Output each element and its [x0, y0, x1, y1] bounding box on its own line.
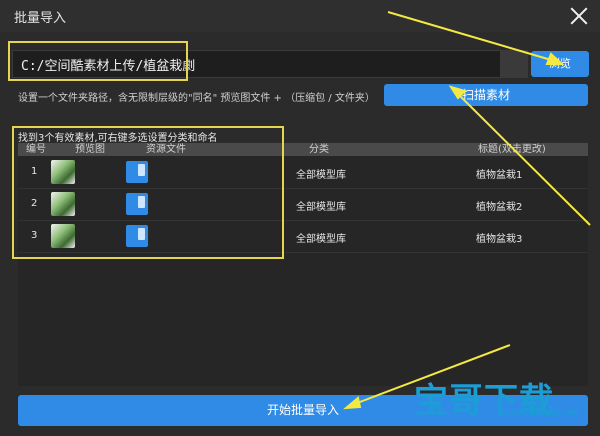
row-title[interactable]: 植物盆栽2 — [476, 198, 522, 213]
close-icon[interactable] — [568, 5, 590, 27]
highlight-box-results — [12, 126, 284, 259]
window-title: 批量导入 — [14, 11, 67, 26]
highlight-box-path — [8, 41, 188, 81]
browse-button[interactable]: 浏览 — [531, 51, 589, 77]
scan-button[interactable]: 扫描素材 — [384, 84, 588, 106]
watermark-url: www.baoge.net — [502, 407, 580, 418]
row-title[interactable]: 植物盆栽1 — [476, 166, 522, 181]
title-bar: 批量导入 — [0, 0, 600, 32]
header-category: 分类 — [309, 144, 329, 155]
row-title[interactable]: 植物盆栽3 — [476, 230, 522, 245]
header-title: 标题(双击更改) — [478, 144, 546, 155]
path-hint: 设置一个文件夹路径，含无限制层级的"同名" 预览图文件 + （压缩包 / 文件夹… — [18, 93, 375, 104]
row-category[interactable]: 全部模型库 — [296, 198, 346, 213]
path-input-dropdown[interactable] — [500, 50, 528, 78]
row-category[interactable]: 全部模型库 — [296, 230, 346, 245]
row-category[interactable]: 全部模型库 — [296, 166, 346, 181]
watermark-logo: 宝哥下载 www.baoge.net — [414, 373, 580, 421]
